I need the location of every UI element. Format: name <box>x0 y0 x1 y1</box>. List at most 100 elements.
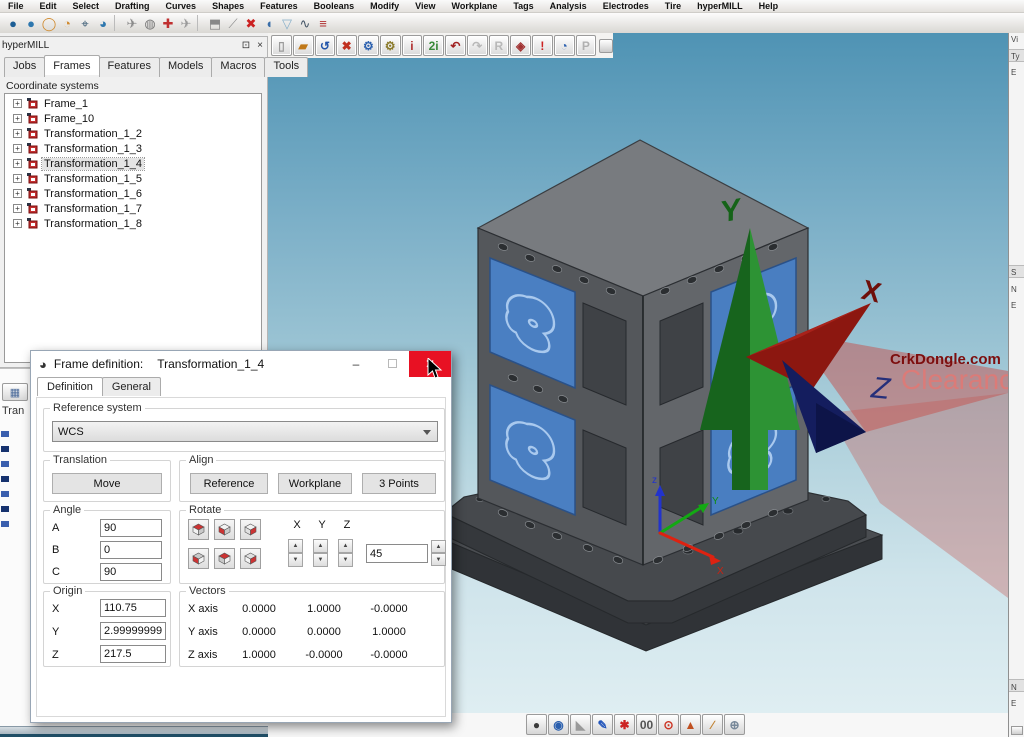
revert-folder-icon[interactable]: ↺ <box>315 35 336 56</box>
menu-item-analysis[interactable]: Analysis <box>542 1 595 11</box>
menu-item-tire[interactable]: Tire <box>657 1 689 11</box>
spin-down-icon[interactable]: ▼ <box>288 553 303 567</box>
spin-down-icon[interactable]: ▼ <box>338 553 353 567</box>
gauge-icon[interactable]: ◍ <box>141 14 159 32</box>
tab-definition[interactable]: Definition <box>37 377 103 396</box>
expander-icon[interactable]: + <box>13 99 22 108</box>
expander-icon[interactable]: + <box>13 144 22 153</box>
spin-up-icon[interactable]: ▲ <box>313 539 328 553</box>
menu-item-shapes[interactable]: Shapes <box>204 1 252 11</box>
move-button[interactable]: Move <box>52 473 162 494</box>
expander-icon[interactable]: + <box>13 159 22 168</box>
rotate-cube-a-neg-button[interactable] <box>188 548 209 569</box>
undo-icon[interactable]: ↶ <box>445 35 466 56</box>
compare-cube-icon[interactable]: ◈ <box>510 35 531 56</box>
expander-icon[interactable]: + <box>13 114 22 123</box>
tree-item-transformation_1_2[interactable]: +Transformation_1_2 <box>5 126 261 141</box>
menu-item-drafting[interactable]: Drafting <box>107 1 158 11</box>
menu-item-curves[interactable]: Curves <box>158 1 205 11</box>
pen-tool-icon[interactable]: ∕ <box>702 714 723 735</box>
funnel-cone-icon[interactable]: ▽ <box>278 14 296 32</box>
tree-item-transformation_1_6[interactable]: +Transformation_1_6 <box>5 186 261 201</box>
origin-z-field[interactable] <box>100 645 166 663</box>
minimize-button[interactable]: – <box>339 351 373 376</box>
zoom-sphere-icon[interactable]: ⌖ <box>76 14 94 32</box>
align-3points-button[interactable]: 3 Points <box>362 473 436 494</box>
machine-gear-icon[interactable]: ⚙ <box>380 35 401 56</box>
tab-features[interactable]: Features <box>99 57 160 77</box>
tab-models[interactable]: Models <box>159 57 212 77</box>
expander-icon[interactable]: + <box>13 129 22 138</box>
menu-item-features[interactable]: Features <box>252 1 306 11</box>
spin-up-icon[interactable]: ▲ <box>431 540 446 553</box>
expander-icon[interactable]: + <box>13 219 22 228</box>
menu-item-electrodes[interactable]: Electrodes <box>595 1 657 11</box>
spin-up-icon[interactable]: ▲ <box>338 539 353 553</box>
info-icon[interactable]: i <box>402 35 423 56</box>
brush-tool-icon[interactable]: ✎ <box>592 714 613 735</box>
redo-disabled-icon[interactable]: ↷ <box>467 35 488 56</box>
menu-item-hypermill[interactable]: hyperMILL <box>689 1 751 11</box>
spin-up-icon[interactable]: ▲ <box>288 539 303 553</box>
delete-folder-icon[interactable]: ✖ <box>336 35 357 56</box>
analysis-pie-icon[interactable]: ◔ <box>554 35 575 56</box>
grid-icon[interactable]: ▦ <box>2 383 28 401</box>
open-folder-icon[interactable]: ▰ <box>293 35 314 56</box>
tab-tools[interactable]: Tools <box>264 57 308 77</box>
menu-item-booleans[interactable]: Booleans <box>306 1 363 11</box>
pin-icon[interactable]: ⊡ <box>239 40 253 51</box>
point-tool-icon[interactable]: ✱ <box>614 714 635 735</box>
shaded-mode-icon[interactable]: ● <box>526 714 547 735</box>
menu-item-help[interactable]: Help <box>751 1 787 11</box>
panel-title-bar[interactable]: hyperMILL ⊡ × <box>0 37 267 53</box>
view-sphere-icon[interactable]: ◉ <box>548 714 569 735</box>
origin-x-field[interactable] <box>100 599 166 617</box>
new-document-icon[interactable]: ▯ <box>271 35 292 56</box>
sphere-icon[interactable]: ● <box>22 14 40 32</box>
cross-red-icon[interactable]: ✚ <box>159 14 177 32</box>
zeros-display-icon[interactable]: 00 <box>636 714 657 735</box>
tree-item-transformation_1_8[interactable]: +Transformation_1_8 <box>5 216 261 231</box>
origin-y-field[interactable] <box>100 622 166 640</box>
camera-icon[interactable]: ⬒ <box>206 14 224 32</box>
rotate-cube-c-pos-button[interactable] <box>240 519 261 540</box>
tab-jobs[interactable]: Jobs <box>4 57 45 77</box>
postprocessor-disabled-icon[interactable]: P <box>576 35 597 56</box>
right-panel-scrollbar[interactable] <box>1011 726 1023 735</box>
warning-icon[interactable]: ! <box>532 35 553 56</box>
plane-front-icon[interactable]: ✈ <box>177 14 195 32</box>
align-reference-button[interactable]: Reference <box>190 473 268 494</box>
tab-general[interactable]: General <box>102 377 161 396</box>
swoosh-blue-icon[interactable]: ◖ <box>260 14 278 32</box>
spin-down-icon[interactable]: ▼ <box>431 553 446 566</box>
tree-item-transformation_1_3[interactable]: +Transformation_1_3 <box>5 141 261 156</box>
menu-item-workplane[interactable]: Workplane <box>443 1 505 11</box>
menu-item-tags[interactable]: Tags <box>505 1 541 11</box>
angle-a-field[interactable] <box>100 519 162 537</box>
dialog-title-bar[interactable]: ◕ Frame definition: Transformation_1_4 –… <box>31 351 451 377</box>
plane-top-icon[interactable]: ✈ <box>123 14 141 32</box>
rotate-cube-c-neg-button[interactable] <box>240 548 261 569</box>
rotate-cube-a-pos-button[interactable] <box>188 519 209 540</box>
tree-item-frame_10[interactable]: +Frame_10 <box>5 111 261 126</box>
viewport-corner-button[interactable] <box>599 39 613 53</box>
electrode-stack-icon[interactable]: ≡ <box>314 14 332 32</box>
reference-system-select[interactable]: WCS <box>52 421 438 442</box>
expander-icon[interactable]: + <box>13 189 22 198</box>
menu-item-select[interactable]: Select <box>65 1 108 11</box>
panel-close-icon[interactable]: × <box>253 40 267 51</box>
workplane-wire-icon[interactable]: ∿ <box>296 14 314 32</box>
ring-icon[interactable]: ◯ <box>40 14 58 32</box>
maximize-button[interactable] <box>377 351 407 376</box>
spin-down-icon[interactable]: ▼ <box>313 553 328 567</box>
align-workplane-button[interactable]: Workplane <box>278 473 352 494</box>
menu-item-edit[interactable]: Edit <box>32 1 65 11</box>
menu-item-file[interactable]: File <box>0 1 32 11</box>
angle-c-field[interactable] <box>100 563 162 581</box>
tree-item-transformation_1_7[interactable]: +Transformation_1_7 <box>5 201 261 216</box>
cone-tool-icon[interactable]: ◣ <box>570 714 591 735</box>
delete-red-icon[interactable]: ✖ <box>242 14 260 32</box>
wrench-icon[interactable]: ⟋ <box>224 14 242 32</box>
settings-gear-icon[interactable]: ⚙ <box>358 35 379 56</box>
half-ring-icon[interactable]: ◔ <box>58 14 76 32</box>
